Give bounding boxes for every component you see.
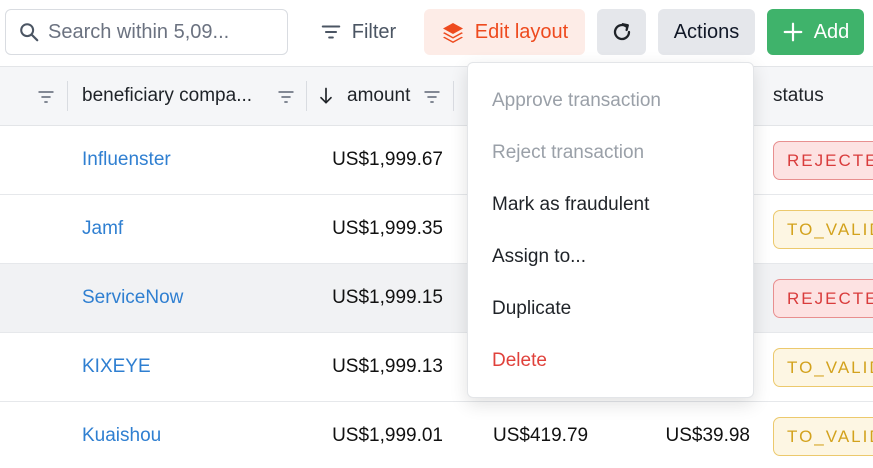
column-filter-icon[interactable] bbox=[422, 87, 442, 107]
status-badge: REJECTED bbox=[773, 141, 873, 180]
amount-cell: US$1,999.13 bbox=[332, 356, 443, 377]
amount-cell-tertiary: US$39.98 bbox=[665, 425, 750, 446]
menu-item-approve-transaction: Approve transaction bbox=[492, 90, 661, 111]
edit-layout-label: Edit layout bbox=[474, 20, 569, 43]
actions-button[interactable]: Actions bbox=[658, 9, 755, 55]
beneficiary-link[interactable]: Kuaishou bbox=[82, 402, 161, 468]
amount-cell: US$1,999.01 bbox=[332, 425, 443, 446]
column-header-beneficiary-label: beneficiary compa... bbox=[82, 85, 253, 106]
status-badge: REJECTED bbox=[773, 279, 873, 318]
menu-item-assign-to[interactable]: Assign to... bbox=[492, 237, 742, 277]
beneficiary-link[interactable]: ServiceNow bbox=[82, 264, 183, 332]
search-icon bbox=[20, 23, 39, 42]
actions-menu: Approve transaction Reject transaction M… bbox=[467, 62, 754, 398]
column-header-amount-label: amount bbox=[347, 85, 411, 106]
column-header-status[interactable]: status bbox=[773, 67, 824, 125]
amount-cell: US$1,999.15 bbox=[332, 287, 443, 308]
amount-cell-secondary: US$419.79 bbox=[493, 425, 589, 446]
menu-item-reject-transaction: Reject transaction bbox=[492, 142, 645, 163]
amount-cell: US$1,999.35 bbox=[332, 218, 443, 239]
edit-layout-button[interactable]: Edit layout bbox=[424, 9, 585, 55]
search-input[interactable] bbox=[48, 20, 268, 44]
filter-icon bbox=[321, 25, 341, 39]
filter-button[interactable]: Filter bbox=[303, 9, 413, 55]
filter-button-label: Filter bbox=[351, 20, 397, 43]
status-badge: TO_VALIDATE bbox=[773, 348, 873, 387]
beneficiary-link[interactable]: Jamf bbox=[82, 195, 123, 263]
column-header-amount[interactable]: amount bbox=[347, 67, 410, 125]
table-row[interactable]: Kuaishou US$1,999.01 US$419.79 US$39.98 … bbox=[0, 402, 873, 468]
refresh-icon bbox=[613, 23, 630, 41]
layers-icon bbox=[442, 23, 463, 43]
column-header-beneficiary[interactable]: beneficiary compa... bbox=[82, 67, 252, 125]
column-separator[interactable] bbox=[67, 81, 68, 111]
add-button-label: Add bbox=[813, 20, 850, 43]
actions-button-label: Actions bbox=[673, 20, 740, 43]
menu-item-mark-as-fraudulent[interactable]: Mark as fraudulent bbox=[492, 185, 742, 225]
status-badge: TO_VALIDATE bbox=[773, 210, 873, 249]
beneficiary-link[interactable]: KIXEYE bbox=[82, 333, 151, 401]
amount-cell: US$1,999.67 bbox=[332, 149, 443, 170]
beneficiary-link[interactable]: Influenster bbox=[82, 126, 171, 194]
status-badge: TO_VALIDATE bbox=[773, 417, 873, 456]
menu-item-duplicate[interactable]: Duplicate bbox=[492, 289, 742, 329]
column-separator[interactable] bbox=[453, 81, 454, 111]
column-filter-icon[interactable] bbox=[276, 87, 296, 107]
plus-icon bbox=[783, 22, 803, 42]
app-root: Filter Edit layout Actions Add bbox=[0, 0, 873, 468]
column-separator[interactable] bbox=[306, 81, 307, 111]
menu-item-delete[interactable]: Delete bbox=[492, 341, 742, 381]
refresh-button[interactable] bbox=[597, 9, 646, 55]
arrow-down-icon[interactable] bbox=[316, 86, 336, 106]
add-button[interactable]: Add bbox=[767, 9, 864, 55]
search-box[interactable] bbox=[5, 9, 288, 55]
column-filter-icon[interactable] bbox=[36, 87, 56, 107]
toolbar: Filter Edit layout Actions Add bbox=[0, 0, 873, 66]
column-header-status-label: status bbox=[773, 85, 824, 106]
